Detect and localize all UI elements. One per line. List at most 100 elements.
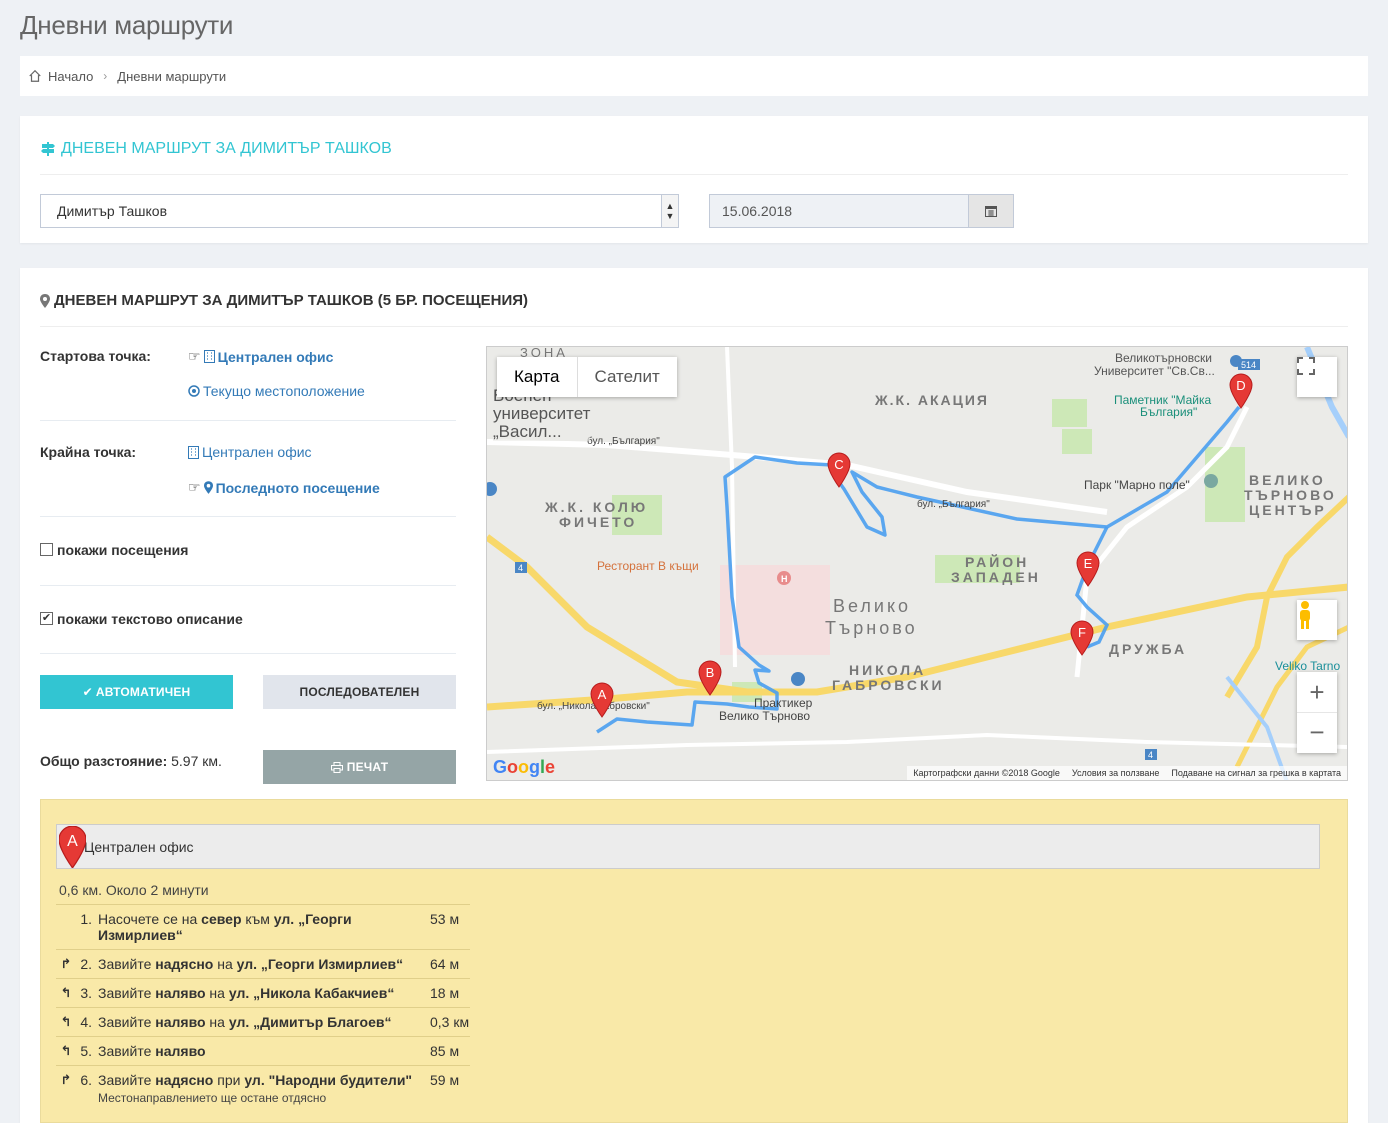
step-distance: 18 м — [430, 985, 460, 1001]
start-point-label: Стартова точка: — [40, 348, 151, 364]
direction-step: ↱ 2. Завийте надясно на ул. „Георги Измирл… — [56, 949, 470, 978]
google-logo: Google — [493, 757, 556, 777]
fullscreen-icon — [1297, 357, 1315, 375]
directions-start: A Централен офис — [56, 824, 1320, 869]
label-kolyu: Ж.К. КОЛЮ — [544, 499, 648, 515]
route-selector-card: ДНЕВЕН МАРШРУТ ЗА ДИМИТЪР ТАШКОВ Димитър… — [20, 116, 1368, 243]
step-number: 1. — [80, 911, 92, 927]
end-last-visit-link[interactable]: ☞ Последното посещение — [188, 479, 380, 496]
chevron-right-icon: › — [103, 69, 108, 83]
step-distance: 53 м — [430, 911, 460, 927]
label-fiheto: ФИЧЕТО — [559, 514, 637, 530]
show-text-label[interactable]: покажи текстово описание — [57, 611, 243, 627]
label-nikola: НИКОЛА — [849, 662, 926, 678]
turn-icon: ↰ — [60, 985, 72, 1000]
svg-text:A: A — [67, 833, 78, 850]
total-distance: Общо разстояние: 5.97 км. — [40, 753, 222, 769]
step-distance: 0,3 км — [430, 1014, 470, 1030]
step-text: Завийте наляво — [98, 1043, 206, 1059]
step-distance: 59 м — [430, 1072, 460, 1088]
direction-step: ↰ 4. Завийте наляво на ул. „Димитър Благое… — [56, 1007, 470, 1036]
step-number: 2. — [80, 956, 92, 972]
map-marker-icon — [203, 481, 213, 494]
end-point-label: Крайна точка: — [40, 444, 137, 460]
start-central-office-link[interactable]: ☞ Централен офис — [188, 348, 333, 365]
label-akacia: Ж.К. АКАЦИЯ — [874, 392, 989, 408]
step-distance: 64 м — [430, 956, 460, 972]
step-number: 4. — [80, 1014, 92, 1030]
map-canvas[interactable]: ЗОНА Ж.К. АКАЦИЯ Ж.К. КОЛЮ ФИЧЕТО РАЙОН … — [487, 347, 1348, 781]
road-4-b: 4 — [1148, 750, 1153, 760]
step-text: Завийте наляво на ул. „Димитър Благоев“ — [98, 1014, 392, 1030]
tab-map[interactable]: Карта — [497, 357, 578, 397]
person-select[interactable]: Димитър Ташков ▲ ▼ — [40, 194, 679, 228]
directions-summary: 0,6 км. Около 2 минути — [59, 882, 209, 898]
auto-button[interactable]: ✔ АВТОМАТИЧЕН — [40, 675, 233, 709]
building-icon — [203, 350, 215, 363]
label-tarnovo: Търново — [825, 618, 918, 638]
tab-satellite[interactable]: Сателит — [578, 357, 677, 397]
marker-a-icon: A — [59, 826, 86, 868]
map-data-attribution: Картографски данни ©2018 Google — [913, 768, 1060, 778]
direction-step: ↰ 3. Завийте наляво на ул. „Никола Кабакчи… — [56, 978, 470, 1007]
step-text: Завийте надясно на ул. „Георги Измирлиев… — [98, 956, 404, 972]
hand-pointer-icon: ☞ — [188, 479, 201, 495]
street-view-button[interactable] — [1297, 600, 1337, 640]
select-arrow-icon[interactable]: ▲ ▼ — [661, 195, 678, 227]
show-visits-checkbox[interactable] — [40, 543, 53, 556]
svg-text:D: D — [1236, 378, 1245, 393]
directions-panel: A Централен офис 0,6 км. Около 2 минути … — [40, 799, 1348, 1123]
label-vtu2: Университет "Св.Св... — [1094, 364, 1215, 378]
calendar-icon — [985, 206, 997, 217]
svg-text:E: E — [1084, 556, 1093, 571]
map-terms-link[interactable]: Условия за ползване — [1072, 768, 1160, 778]
label-center: ЦЕНТЪР — [1249, 502, 1327, 518]
show-visits-label[interactable]: покажи посещения — [57, 542, 188, 558]
step-text: Завийте надясно при ул. "Народни будител… — [98, 1072, 426, 1105]
page-title: Дневни маршрути — [20, 10, 234, 40]
date-input[interactable]: 15.06.2018 — [709, 194, 969, 228]
route-map[interactable]: ЗОНА Ж.К. АКАЦИЯ Ж.К. КОЛЮ ФИЧЕТО РАЙОН … — [486, 346, 1348, 781]
crosshairs-icon — [188, 385, 200, 397]
turn-icon: ↰ — [60, 1043, 72, 1058]
label-vtu: Великотърновски — [1115, 351, 1212, 365]
breadcrumb-home[interactable]: Начало — [48, 69, 93, 84]
label-bulgaria-blvd-2: бул. „България" — [917, 498, 990, 510]
print-button[interactable]: ПЕЧАТ — [263, 750, 456, 784]
zoom-controls: + − — [1297, 672, 1337, 753]
route-card-title: ДНЕВЕН МАРШРУТ ЗА ДИМИТЪР ТАШКОВ (5 БР. … — [40, 292, 528, 309]
label-tarnovo-center: ТЪРНОВО — [1244, 487, 1337, 503]
direction-step: ↰ 5. Завийте наляво 85 м — [56, 1036, 470, 1065]
label-bulgaria: България" — [1140, 405, 1197, 419]
pegman-icon — [1300, 601, 1310, 629]
label-park: Парк "Марно поле" — [1084, 478, 1190, 492]
selector-card-title: ДНЕВЕН МАРШРУТ ЗА ДИМИТЪР ТАШКОВ — [40, 140, 392, 158]
road-4: 4 — [518, 563, 523, 573]
show-text-checkbox[interactable]: ✔ — [40, 612, 53, 625]
hand-pointer-icon: ☞ — [188, 348, 201, 364]
sequential-button[interactable]: ПОСЛЕДОВАТЕЛЕН — [263, 675, 456, 709]
label-druzhba: ДРУЖБА — [1109, 641, 1187, 657]
show-text-row: ✔ покажи текстово описание — [40, 586, 456, 654]
print-icon — [330, 761, 343, 773]
zoom-in-button[interactable]: + — [1297, 673, 1337, 713]
home-icon[interactable] — [28, 69, 42, 83]
step-distance: 85 м — [430, 1043, 460, 1059]
end-central-office-link[interactable]: Централен офис — [188, 444, 312, 460]
map-report-link[interactable]: Подаване на сигнал за грешка в картата — [1171, 768, 1341, 778]
direction-step: 1. Насочете се на север към ул. „Георги И… — [56, 904, 470, 949]
label-veliko-tarno: Veliko Tarno — [1275, 659, 1340, 673]
direction-step: ↱ 6. Завийте надясно при ул. "Народни буди… — [56, 1065, 470, 1111]
step-number: 3. — [80, 985, 92, 1001]
zoom-out-button[interactable]: − — [1297, 713, 1337, 753]
calendar-button[interactable] — [968, 194, 1014, 228]
signpost-icon — [41, 142, 55, 156]
breadcrumb: Начало › Дневни маршрути — [20, 56, 1368, 96]
label-praktiker-city: Велико Търново — [719, 709, 810, 723]
fullscreen-button[interactable] — [1297, 357, 1337, 397]
step-text: Завийте наляво на ул. „Никола Кабакчиев“ — [98, 985, 395, 1001]
show-visits-row: покажи посещения — [40, 517, 456, 586]
step-text: Насочете се на север към ул. „Георги Изм… — [98, 911, 352, 943]
start-current-location-link[interactable]: Текущо местоположение — [188, 383, 365, 399]
breadcrumb-current: Дневни маршрути — [117, 68, 227, 84]
